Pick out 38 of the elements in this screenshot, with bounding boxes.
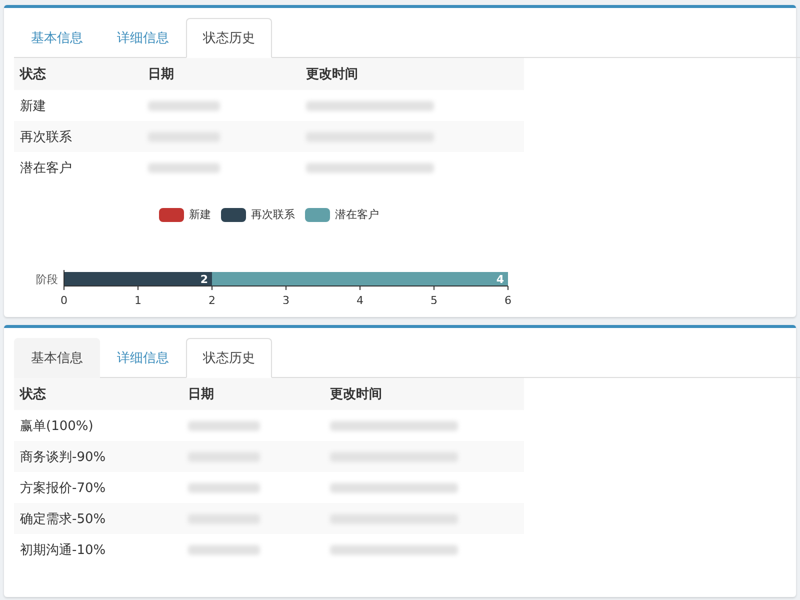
tick-label: 2 xyxy=(208,294,216,304)
tab[interactable]: 基本信息 xyxy=(14,338,100,378)
status-cell: 潜在客户 xyxy=(20,160,72,176)
column-header: 更改时间 xyxy=(324,378,524,410)
tab[interactable]: 状态历史 xyxy=(186,18,272,58)
tab[interactable]: 详细信息 xyxy=(100,338,186,378)
bar-label: 2 xyxy=(200,273,208,286)
tick-label: 4 xyxy=(356,294,364,304)
column-header: 日期 xyxy=(142,58,300,90)
blurred-date xyxy=(148,162,220,172)
tab[interactable]: 状态历史 xyxy=(186,338,272,378)
tick-label: 5 xyxy=(430,294,438,304)
blurred-date xyxy=(188,420,260,430)
column-header: 状态 xyxy=(14,378,182,410)
column-header: 日期 xyxy=(182,378,324,410)
legend-label: 新建 xyxy=(189,207,211,222)
blurred-date xyxy=(188,482,260,492)
legend-label: 再次联系 xyxy=(251,207,295,222)
status-cell: 初期沟通-10% xyxy=(20,542,106,558)
bar-label: 4 xyxy=(496,273,504,286)
tab[interactable]: 详细信息 xyxy=(100,18,186,58)
status-cell: 新建 xyxy=(20,98,46,114)
tab[interactable]: 基本信息 xyxy=(14,18,100,58)
column-header: 状态 xyxy=(14,58,142,90)
tick-label: 3 xyxy=(282,294,290,304)
status-cell: 赢单(100%) xyxy=(20,418,94,434)
status-cell: 确定需求-50% xyxy=(20,512,106,526)
tick-label: 0 xyxy=(60,294,68,304)
legend-label: 潜在客户 xyxy=(335,207,379,222)
tick-label: 1 xyxy=(134,294,142,304)
blurred-date xyxy=(148,100,220,110)
status-cell: 方案报价-70% xyxy=(20,480,106,496)
category-label: 阶段 xyxy=(36,273,58,286)
status-cell: 再次联系 xyxy=(20,130,72,144)
blurred-date xyxy=(188,544,260,554)
status-cell: 商务谈判-90% xyxy=(20,450,106,464)
column-header: 更改时间 xyxy=(300,58,524,90)
tick-label: 6 xyxy=(504,294,512,304)
